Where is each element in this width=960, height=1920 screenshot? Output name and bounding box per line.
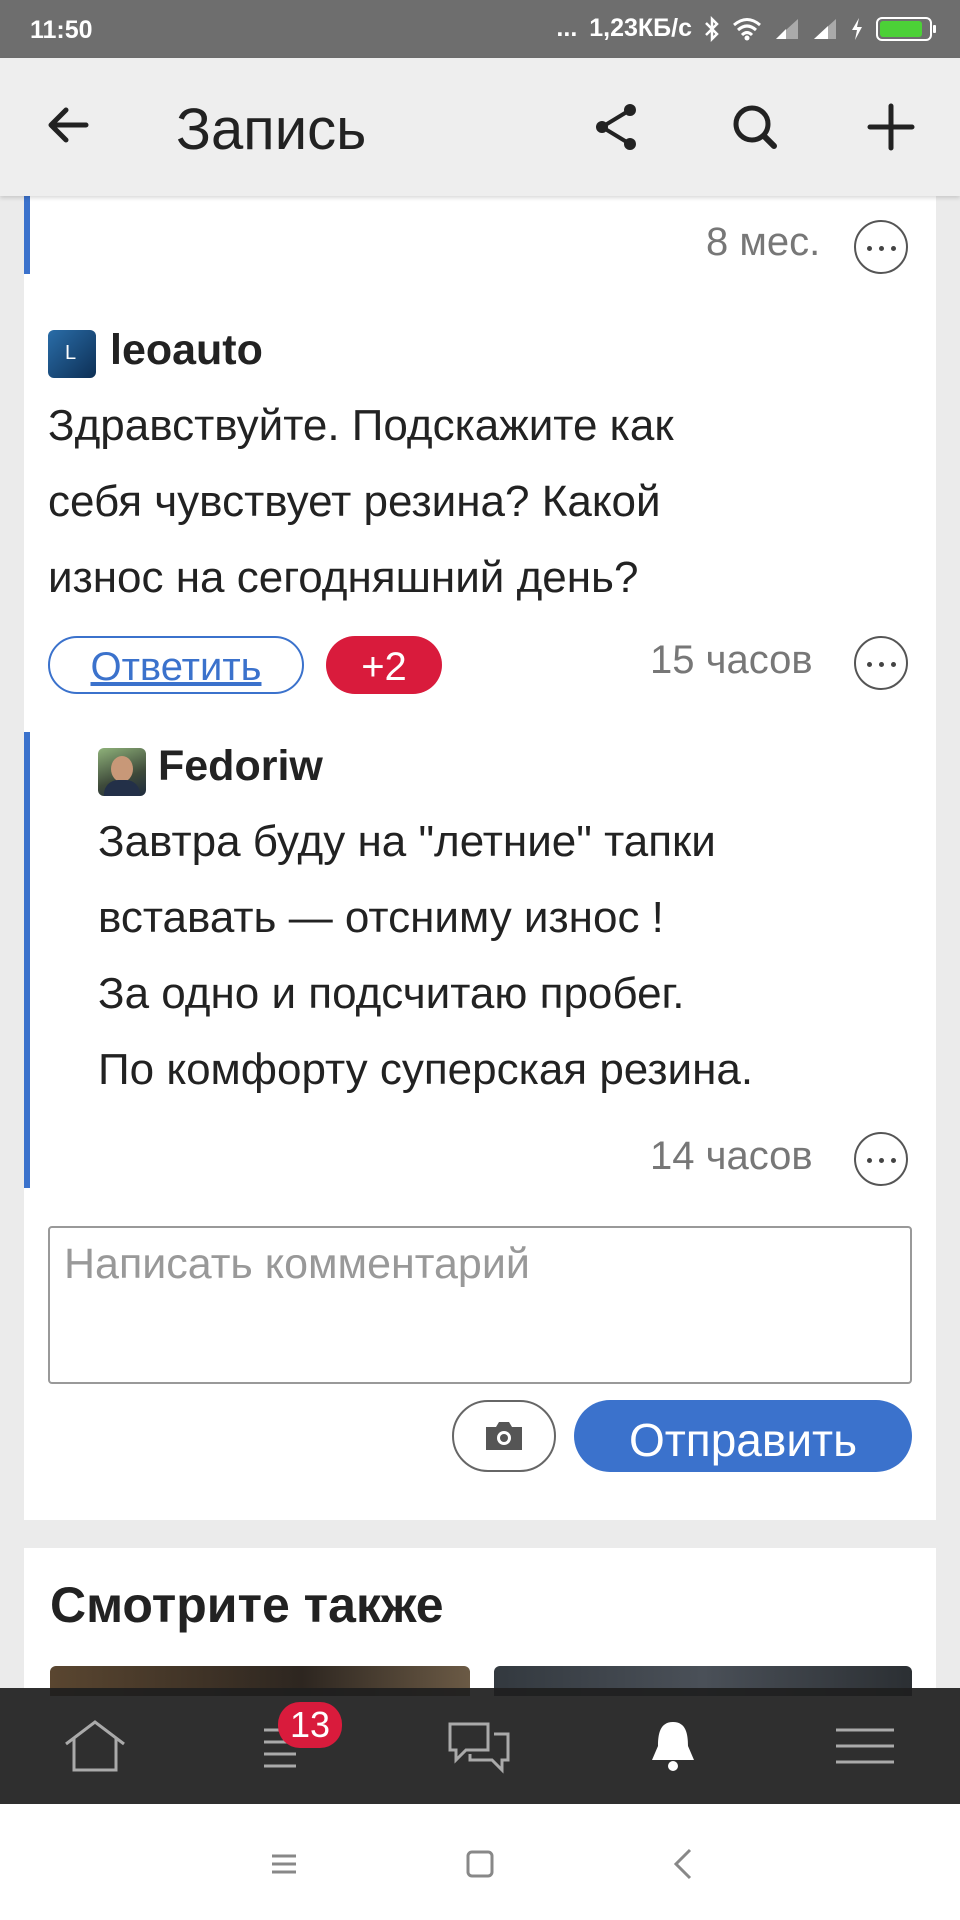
section-heading: Смотрите также	[50, 1577, 444, 1633]
more-options-button[interactable]	[854, 220, 908, 274]
app-bar: Запись	[0, 58, 960, 196]
comment-time: 15 часов	[650, 638, 813, 682]
reply-line: По комфорту суперская резина.	[98, 1045, 754, 1094]
comment-line: себя чувствует резина? Какой	[48, 477, 661, 526]
rating-badge[interactable]: +2	[326, 636, 442, 694]
status-indicators: ... 1,23КБ/с	[556, 14, 936, 43]
back-arrow-icon[interactable]	[44, 100, 94, 150]
thread-line	[24, 196, 30, 274]
comment-line: износ на сегодняшний день?	[48, 553, 639, 602]
comment-time: 8 мес.	[706, 220, 821, 264]
status-bar: 11:50 ... 1,23КБ/с	[0, 0, 960, 58]
reply-button[interactable]: Ответить	[48, 636, 304, 694]
avatar-letter: L	[65, 342, 77, 364]
more-options-button[interactable]	[854, 1132, 908, 1186]
comment-text: Здравствуйте. Подскажите как себя чувств…	[48, 388, 674, 616]
bluetooth-icon	[705, 15, 719, 42]
reply-text: Завтра буду на "летние" тапки вставать —…	[98, 804, 753, 1108]
notification-badge: 13	[278, 1702, 343, 1748]
signal-icon-1	[776, 18, 798, 39]
recent-apps-icon[interactable]	[264, 1844, 304, 1884]
camera-icon	[486, 1422, 522, 1450]
attach-photo-button[interactable]	[452, 1400, 556, 1472]
reply-thread-line	[24, 732, 30, 1188]
menu-icon[interactable]	[830, 1716, 900, 1776]
comment-input[interactable]: Написать комментарий	[48, 1226, 912, 1384]
reply-line: Завтра буду на "летние" тапки	[98, 817, 716, 866]
reply-time: 14 часов	[650, 1134, 813, 1178]
share-icon[interactable]	[590, 100, 644, 154]
home-icon[interactable]	[60, 1716, 130, 1776]
status-time: 11:50	[30, 16, 93, 44]
network-speed: 1,23КБ/с	[589, 14, 692, 42]
see-also-section: Смотрите также	[24, 1548, 936, 1696]
status-dots: ...	[556, 14, 578, 42]
back-icon[interactable]	[664, 1844, 704, 1884]
comments-card: 8 мес. L leoauto Здравствуйте. Подскажит…	[24, 196, 936, 1520]
wifi-icon	[733, 17, 761, 40]
plus-icon[interactable]	[864, 100, 918, 154]
bell-icon[interactable]	[638, 1716, 708, 1776]
send-button[interactable]: Отправить	[574, 1400, 912, 1472]
system-nav-bar	[0, 1804, 960, 1920]
bottom-nav: 13	[0, 1688, 960, 1804]
battery-icon	[876, 16, 936, 41]
charging-icon	[852, 17, 862, 40]
signal-icon-2	[814, 18, 836, 39]
reply-author[interactable]: Fedoriw	[158, 742, 323, 791]
comment-line: Здравствуйте. Подскажите как	[48, 401, 674, 450]
page-title: Запись	[176, 97, 367, 162]
search-icon[interactable]	[728, 100, 782, 154]
avatar[interactable]: L	[48, 330, 96, 378]
home-button-icon[interactable]	[460, 1844, 500, 1884]
reply-line: За одно и подсчитаю пробег.	[98, 969, 685, 1018]
more-options-button[interactable]	[854, 636, 908, 690]
comment-author[interactable]: leoauto	[110, 326, 263, 375]
avatar[interactable]	[98, 748, 146, 796]
messages-icon[interactable]	[444, 1716, 514, 1776]
reply-line: вставать — отсниму износ !	[98, 893, 664, 942]
